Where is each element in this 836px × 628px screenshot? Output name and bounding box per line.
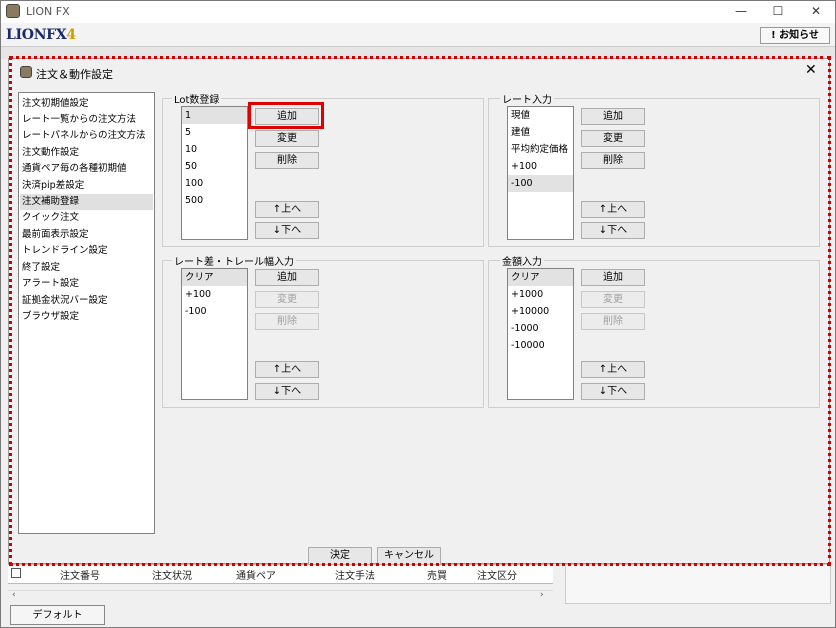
maximize-button[interactable]: ☐: [767, 2, 789, 20]
column-header[interactable]: 売買: [427, 567, 447, 582]
select-all-checkbox[interactable]: [11, 568, 21, 578]
title-bar: [1, 1, 835, 23]
horizontal-scrollbar[interactable]: [8, 590, 553, 602]
lionfx-logo: LIONFX4: [6, 27, 76, 43]
tab-default[interactable]: デフォルト: [10, 605, 105, 625]
column-header[interactable]: 注文区分: [477, 567, 517, 582]
header-bar: [1, 23, 835, 47]
scroll-right-icon[interactable]: ›: [540, 590, 544, 600]
scroll-left-icon[interactable]: ‹: [12, 590, 16, 600]
app-title: LION FX: [26, 5, 70, 18]
notice-button[interactable]: ! お知らせ: [760, 27, 830, 44]
column-header[interactable]: 注文状況: [152, 567, 192, 582]
app-lion-icon: [6, 4, 20, 18]
annotation-frame: [9, 56, 831, 566]
minimize-button[interactable]: —: [730, 2, 752, 20]
right-panel: [565, 564, 831, 604]
column-header[interactable]: 注文番号: [60, 567, 100, 582]
column-header[interactable]: 通貨ペア: [236, 567, 276, 582]
column-header[interactable]: 注文手法: [335, 567, 375, 582]
close-window-button[interactable]: ✕: [805, 2, 827, 20]
